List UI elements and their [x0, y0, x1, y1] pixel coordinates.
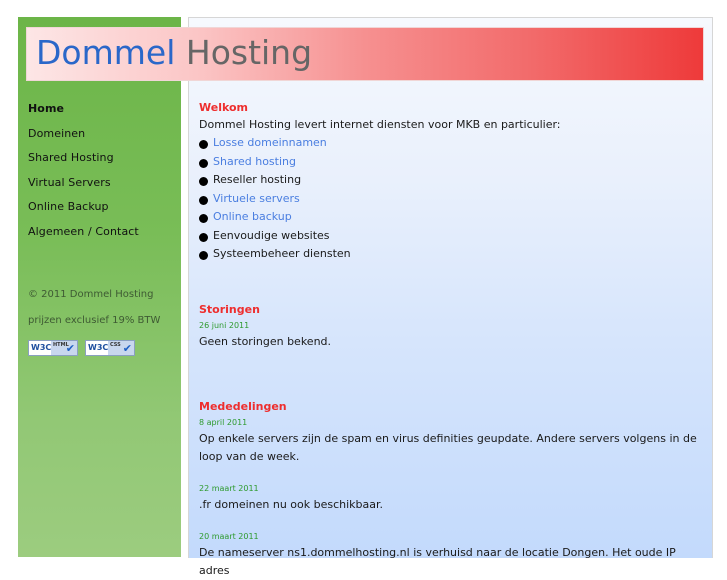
sidebar-item-shared-hosting[interactable]: Shared Hosting [28, 151, 139, 176]
check-icon: ✔ [65, 342, 75, 355]
sidebar-item-domeinen[interactable]: Domeinen [28, 127, 139, 152]
news-text: De nameserver ns1.dommelhosting.nl is ve… [199, 545, 676, 577]
welcome-title: Welkom [199, 101, 249, 114]
w3c-html-badge[interactable]: W3C HTML ✔ [28, 340, 78, 356]
bullet-icon [199, 251, 208, 260]
list-item: Online backup [199, 208, 699, 227]
service-reseller-hosting: Reseller hosting [213, 173, 302, 186]
bullet-icon [199, 214, 208, 223]
w3c-logo: W3C [31, 343, 52, 352]
list-item: Losse domeinnamen [199, 134, 699, 153]
sidebar-item-virtual-servers[interactable]: Virtual Servers [28, 176, 139, 201]
news-item: 22 maart 2011 .fr domeinen nu ook beschi… [199, 482, 699, 514]
sidebar-nav: Home Domeinen Shared Hosting Virtual Ser… [28, 102, 139, 249]
bullet-icon [199, 195, 208, 205]
service-eenvoudige-websites: Eenvoudige websites [213, 228, 330, 242]
bullet-icon [199, 158, 208, 168]
site-logo-title[interactable]: Dommel Hosting [36, 33, 312, 73]
welcome-intro: Dommel Hosting levert internet diensten … [199, 118, 561, 131]
sidebar [18, 17, 181, 557]
list-item: Virtuele servers [199, 190, 699, 209]
outages-section: Storingen 26 juni 2011 Geen storingen be… [199, 302, 699, 351]
news-date: 8 april 2011 [199, 417, 248, 427]
news-date: 20 maart 2011 [199, 531, 259, 541]
list-item: Eenvoudige websites [199, 227, 699, 246]
news-title: Mededelingen [199, 399, 287, 413]
news-text: Op enkele servers zijn de spam en virus … [199, 431, 697, 463]
bullet-icon [199, 177, 208, 186]
outages-text: Geen storingen bekend. [199, 334, 332, 348]
list-item: Reseller hosting [199, 171, 699, 190]
outages-title: Storingen [199, 302, 260, 316]
check-icon: ✔ [122, 342, 132, 355]
services-list: Losse domeinnamen Shared hosting Reselle… [199, 134, 699, 264]
list-item: Systeembeheer diensten [199, 245, 699, 264]
news-item: 20 maart 2011 De nameserver ns1.dommelho… [199, 530, 699, 580]
service-link-domeinnamen[interactable]: Losse domeinnamen [213, 136, 327, 149]
bullet-icon [199, 140, 208, 149]
title-part-hosting: Hosting [185, 33, 313, 72]
sidebar-item-online-backup[interactable]: Online Backup [28, 200, 139, 225]
welcome-section: Welkom Dommel Hosting levert internet di… [199, 100, 699, 264]
bullet-icon [199, 232, 208, 242]
title-part-dommel: Dommel [36, 33, 176, 72]
copyright-text: © 2011 Dommel Hosting [28, 289, 154, 300]
list-item: Shared hosting [199, 153, 699, 172]
validation-badges: W3C HTML ✔ W3C CSS ✔ [28, 340, 135, 356]
w3c-css-badge[interactable]: W3C CSS ✔ [85, 340, 135, 356]
news-text: .fr domeinen nu ook beschikbaar. [199, 497, 384, 511]
badge-kind: CSS [110, 342, 121, 348]
vat-note: prijzen exclusief 19% BTW [28, 315, 161, 326]
service-link-virtuele-servers[interactable]: Virtuele servers [213, 192, 300, 205]
news-date: 22 maart 2011 [199, 483, 259, 493]
service-link-online-backup[interactable]: Online backup [213, 210, 292, 223]
sidebar-item-home[interactable]: Home [28, 102, 139, 127]
service-link-shared-hosting[interactable]: Shared hosting [213, 155, 296, 168]
news-item: 8 april 2011 Op enkele servers zijn de s… [199, 416, 699, 466]
service-systeembeheer: Systeembeheer diensten [213, 247, 351, 260]
sidebar-item-algemeen-contact[interactable]: Algemeen / Contact [28, 225, 139, 250]
w3c-logo: W3C [88, 343, 109, 352]
outages-date: 26 juni 2011 [199, 320, 250, 330]
main-content: Welkom Dommel Hosting levert internet di… [199, 100, 699, 580]
news-section: Mededelingen 8 april 2011 Op enkele serv… [199, 399, 699, 580]
header-banner: Dommel Hosting [26, 27, 704, 81]
